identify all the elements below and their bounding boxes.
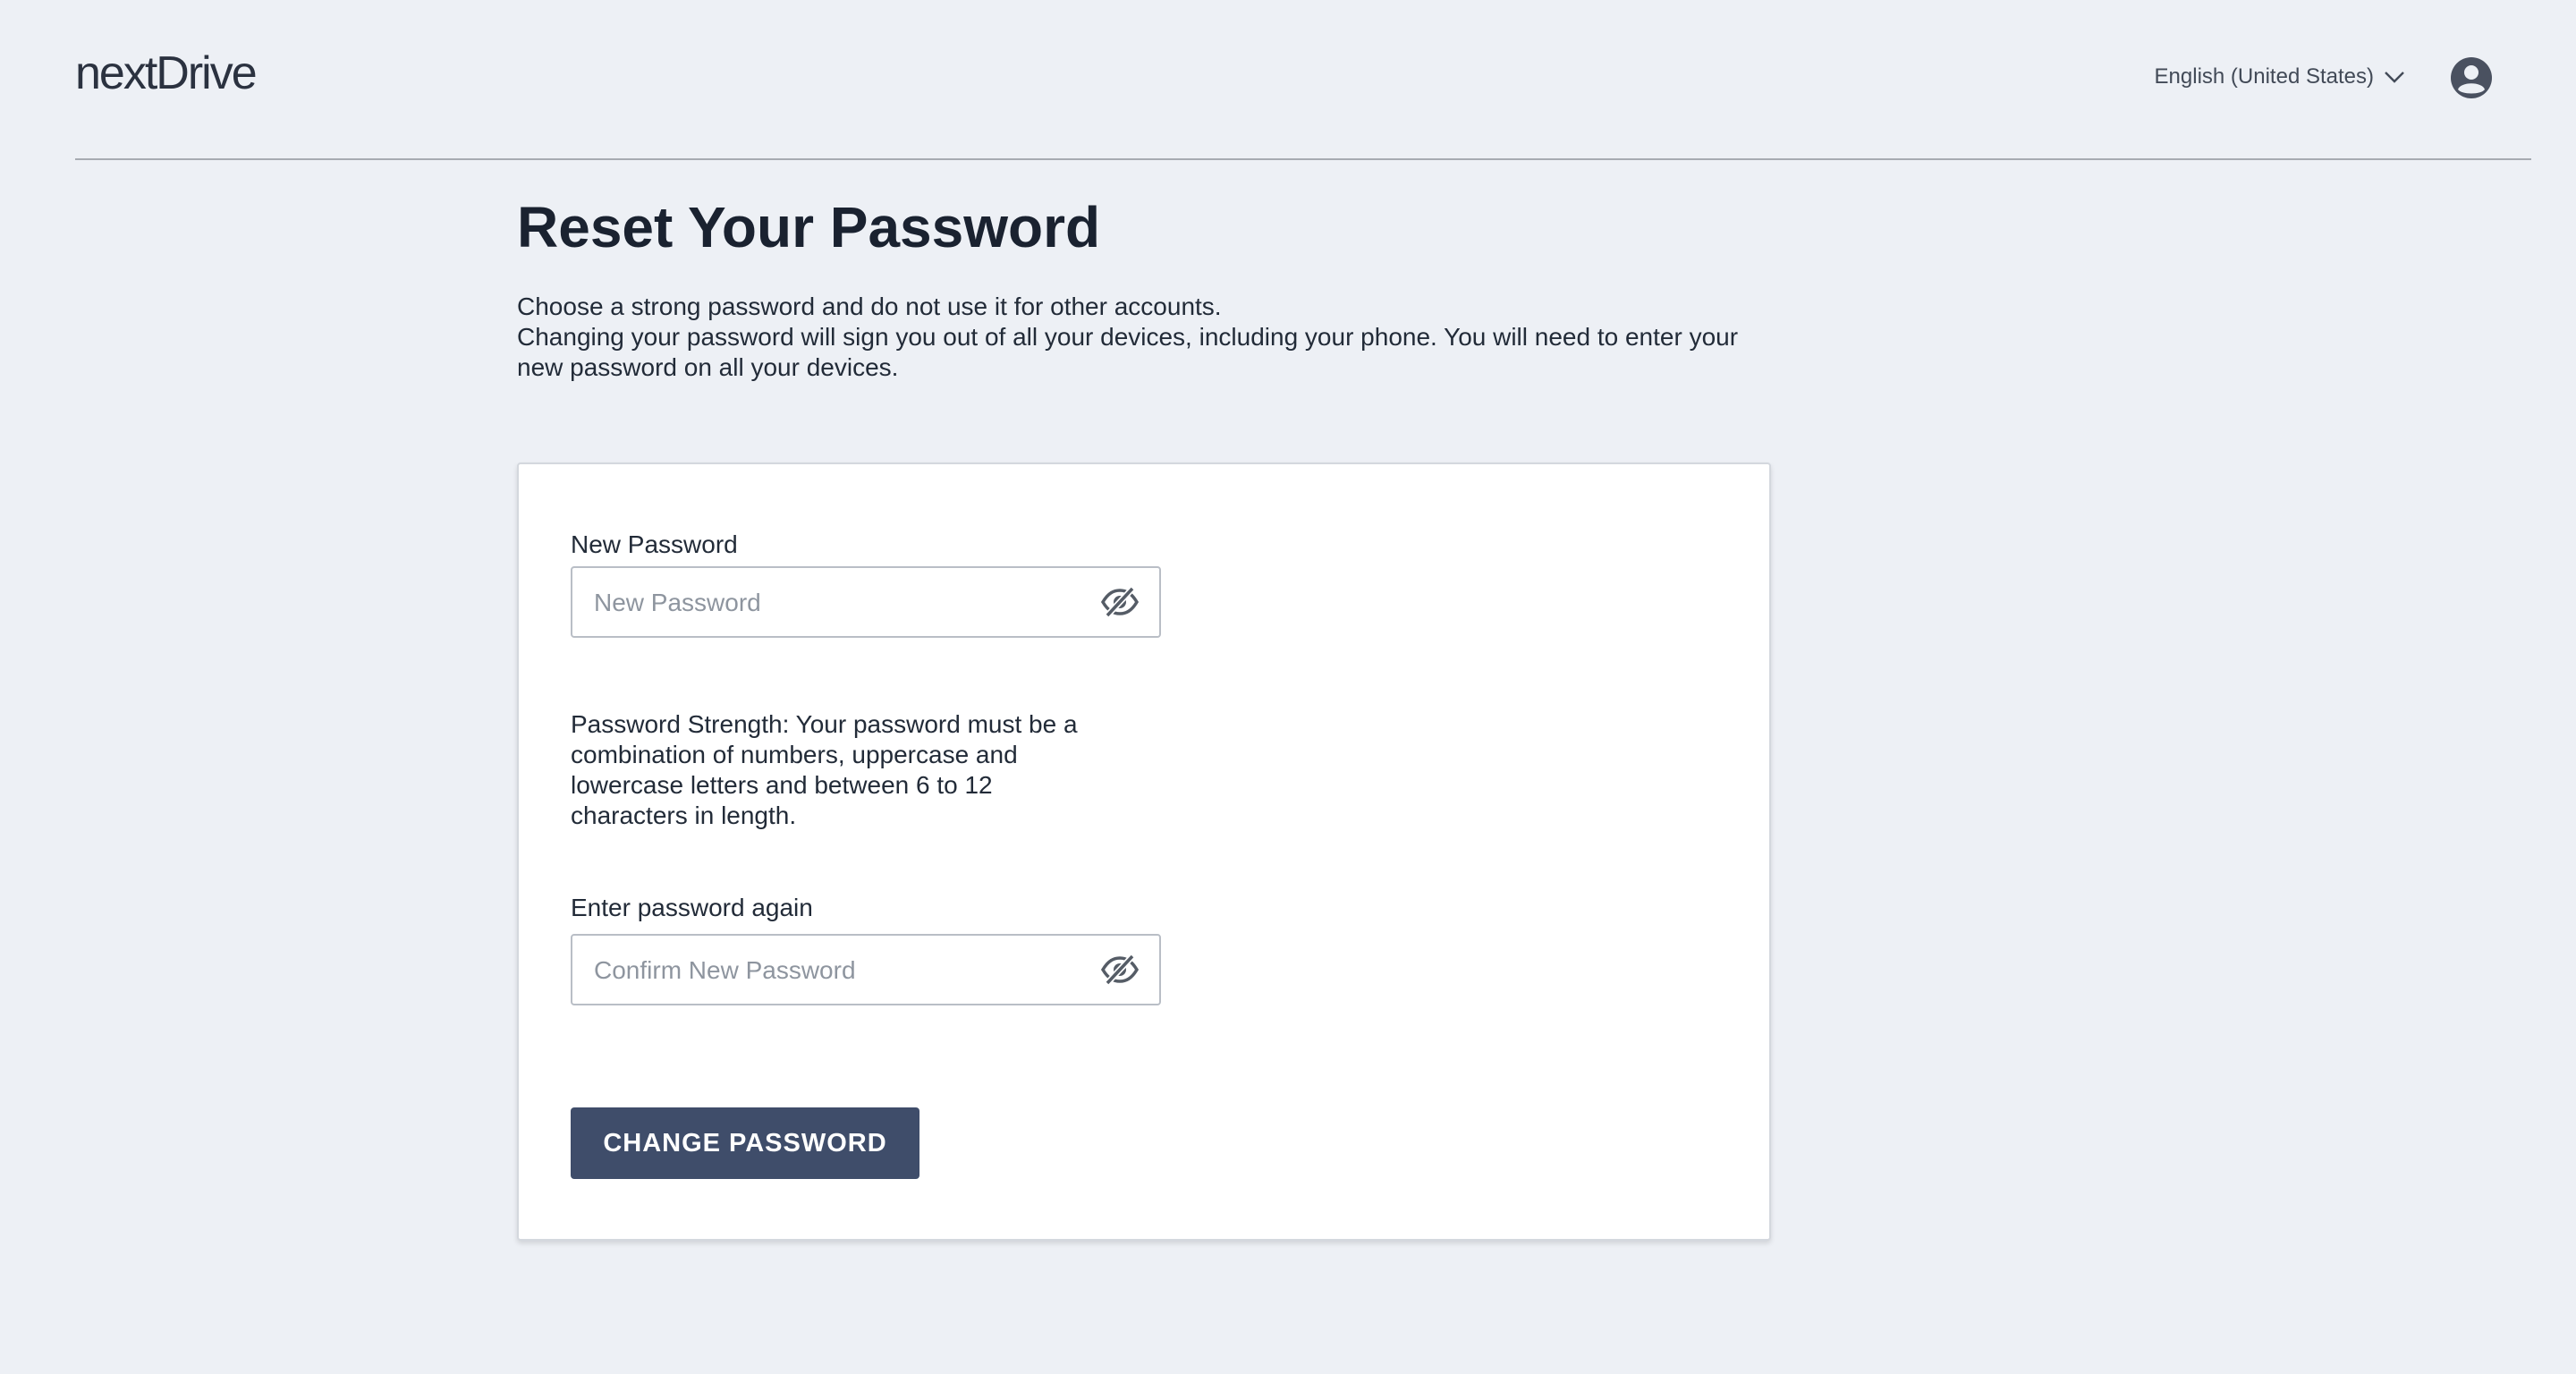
reset-password-card: New Password Password Strength: Your pas… [517,462,1771,1241]
page-description: Choose a strong password and do not use … [517,292,1773,383]
top-header: nextDrive English (United States) [75,0,2531,160]
app-logo[interactable]: nextDrive [75,47,258,100]
new-password-input[interactable] [592,568,1079,638]
new-password-label: New Password [571,530,738,558]
chevron-down-icon [2385,72,2404,83]
eye-slash-icon[interactable] [1100,952,1140,988]
password-strength-hint: Password Strength: Your password must be… [571,710,1078,829]
confirm-password-label: Enter password again [571,894,813,921]
description-line-2: Changing your password will sign you out… [517,323,1739,381]
confirm-password-field[interactable] [571,934,1161,1005]
description-line-1: Choose a strong password and do not use … [517,293,1222,320]
user-circle-icon[interactable] [2449,55,2494,100]
change-password-button[interactable]: CHANGE PASSWORD [571,1107,919,1179]
main-content: Reset Your Password Choose a strong pass… [517,188,1773,1241]
new-password-field[interactable] [571,566,1161,638]
language-label: English (United States) [2154,64,2374,89]
confirm-password-input[interactable] [592,936,1079,1005]
eye-slash-icon[interactable] [1100,584,1140,620]
page-title: Reset Your Password [517,195,1101,259]
language-selector[interactable]: English (United States) [2155,64,2406,89]
